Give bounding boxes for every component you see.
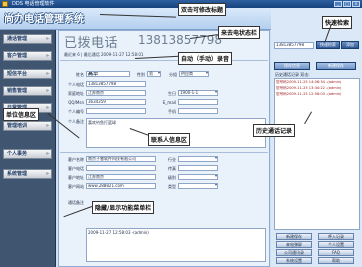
- email-label: E_mail: [162, 100, 176, 105]
- close-button[interactable]: ×: [352, 1, 360, 7]
- maximize-button[interactable]: □: [343, 1, 351, 7]
- company-addr-field[interactable]: 江苏南京: [86, 174, 156, 180]
- sidebar-item-label: 客户管理: [7, 53, 28, 59]
- phone-field[interactable]: 13813857798: [86, 81, 146, 87]
- sidebar-item-label: 销售管理: [7, 88, 28, 94]
- sidebar-item-label: 系统管理: [7, 171, 28, 177]
- company-web-field[interactable]: www.288821.com: [86, 183, 156, 189]
- sidebar: 通话管理» 客户管理» 短信平台» 销售管理» 日常管理» 管理培训» 个人事务…: [0, 30, 56, 267]
- sidebar-item-personal[interactable]: 个人事务 »: [3, 149, 52, 159]
- chevron-icon: »: [45, 53, 49, 59]
- chevron-icon: »: [45, 123, 49, 129]
- fax-label: 传真: [168, 166, 176, 171]
- history-record[interactable]: 您号码2009-11-25 13:34:22 -(admin): [276, 86, 358, 91]
- company-web-label: 客户网站: [68, 184, 84, 189]
- quick-search-button[interactable]: 快速检索: [316, 41, 340, 49]
- industry-select[interactable]: [178, 156, 218, 162]
- type-select[interactable]: [178, 183, 218, 189]
- level-select[interactable]: [178, 174, 218, 180]
- callout-quick: 快速检索: [322, 16, 353, 29]
- birthday-label: 生日: [168, 91, 176, 96]
- chevron-icon: »: [45, 71, 49, 77]
- sidebar-item-sales[interactable]: 销售管理 »: [3, 86, 52, 96]
- system-settings-button[interactable]: 系统设置: [276, 257, 312, 264]
- qq-label: QQ/Msn: [68, 100, 84, 105]
- gender-label: 性别: [137, 72, 145, 77]
- save-info-button[interactable]: 保存信息: [274, 62, 310, 70]
- group-label: 分组: [169, 72, 177, 77]
- chevron-icon: »: [45, 36, 49, 42]
- sidebar-item-label: 短信平台: [7, 71, 28, 77]
- window-title: DDS 电话管理软件: [12, 1, 55, 7]
- callout-contact: 联系人信息区: [148, 133, 191, 146]
- add-button[interactable]: 添加: [341, 41, 359, 49]
- history-record[interactable]: 您号码2009-11-25 12:58:03 -(admin): [276, 92, 358, 97]
- name-label: 姓名: [76, 72, 84, 77]
- birthday-select[interactable]: 1900-1-1: [178, 90, 218, 96]
- minimize-button[interactable]: _: [334, 1, 342, 7]
- callout-auto: 自动（手动）录音: [178, 52, 233, 65]
- callout-dblclick: 双击可修改标题: [178, 3, 227, 16]
- call-meta: 最近来 6 | 最后通话 2009-11-27 12:58:01: [64, 52, 144, 57]
- qq-field[interactable]: 3634359: [86, 99, 146, 105]
- chevron-icon: »: [45, 105, 49, 111]
- sidebar-item-label: 通话管理: [7, 36, 28, 42]
- company-name-field[interactable]: 南京子慧软件科技有限公司: [86, 156, 156, 162]
- sidebar-item-call[interactable]: 通话管理 »: [3, 34, 52, 44]
- group-select[interactable]: 供应商: [179, 71, 209, 77]
- help-button[interactable]: 帮助: [318, 257, 354, 264]
- popup-button[interactable]: 来电弹屏: [276, 241, 312, 248]
- company-phone-field[interactable]: [86, 165, 156, 171]
- new-save-button[interactable]: 新建保存: [316, 62, 356, 70]
- sidebar-item-label: 管理培训: [7, 123, 28, 129]
- callout-history: 历史通话记录: [253, 124, 296, 137]
- call-status-title: 已拨电话: [64, 36, 119, 51]
- memo-area[interactable]: 2009-11-27 12:58:03 -(admin): [86, 228, 266, 262]
- personal-settings-button[interactable]: 个人设置: [318, 241, 354, 248]
- history-list[interactable]: 您号码2009-11-25 14:06:34 -(admin) 您号码2009-…: [274, 78, 360, 230]
- history-record[interactable]: 您号码2009-11-25 14:06:34 -(admin): [276, 80, 358, 85]
- company-addr-label: 客户地址: [68, 175, 84, 180]
- sidebar-item-sms[interactable]: 短信平台 »: [3, 69, 52, 79]
- chevron-icon: »: [45, 151, 49, 157]
- sidebar-item-system[interactable]: 系统管理 »: [3, 169, 52, 179]
- mobile-field[interactable]: [178, 108, 218, 114]
- email-field[interactable]: [178, 99, 218, 105]
- phone-label: 个人电话: [68, 82, 84, 87]
- id-field[interactable]: [86, 108, 146, 114]
- faq-button[interactable]: FAQ: [318, 249, 354, 256]
- id-label: 个人编号: [68, 109, 84, 114]
- sidebar-item-label: 个人事务: [7, 151, 28, 157]
- industry-label: 行业: [168, 157, 176, 162]
- gender-select[interactable]: 男: [147, 71, 161, 77]
- new-save-bottom-button[interactable]: 新建保存: [276, 233, 312, 240]
- quick-search-input[interactable]: 13813857798: [274, 42, 314, 49]
- name-field[interactable]: 高华: [86, 71, 130, 77]
- chevron-icon: »: [45, 88, 49, 94]
- memo-label: 通话备注: [68, 200, 84, 205]
- company-phone-label: 客户电话: [68, 166, 84, 171]
- app-title[interactable]: 尚办电话管理系统: [4, 10, 84, 25]
- callout-unit: 单位信息区: [3, 108, 40, 121]
- app-icon: [2, 1, 8, 7]
- company-name-label: 客户名称: [68, 157, 84, 162]
- type-label: 类型: [168, 184, 176, 189]
- chevron-icon: »: [45, 171, 49, 177]
- mobile-label: 手机: [168, 109, 176, 114]
- note-label: 个人备注: [68, 119, 84, 124]
- incoming-log-button[interactable]: 呼入记录: [318, 233, 354, 240]
- callout-menu: 隐藏/显示功能菜单栏: [92, 201, 155, 214]
- level-label: 级别: [168, 175, 176, 180]
- callout-status: 来去电状态栏: [218, 26, 261, 39]
- company-contacts-button[interactable]: 公司通讯录: [276, 249, 312, 256]
- sidebar-item-training[interactable]: 管理培训 »: [3, 121, 52, 131]
- sidebar-item-customer[interactable]: 客户管理 »: [3, 51, 52, 61]
- home-field[interactable]: 江苏南京: [86, 90, 146, 96]
- home-label: 家庭地址: [68, 91, 84, 96]
- fax-field[interactable]: [178, 165, 218, 171]
